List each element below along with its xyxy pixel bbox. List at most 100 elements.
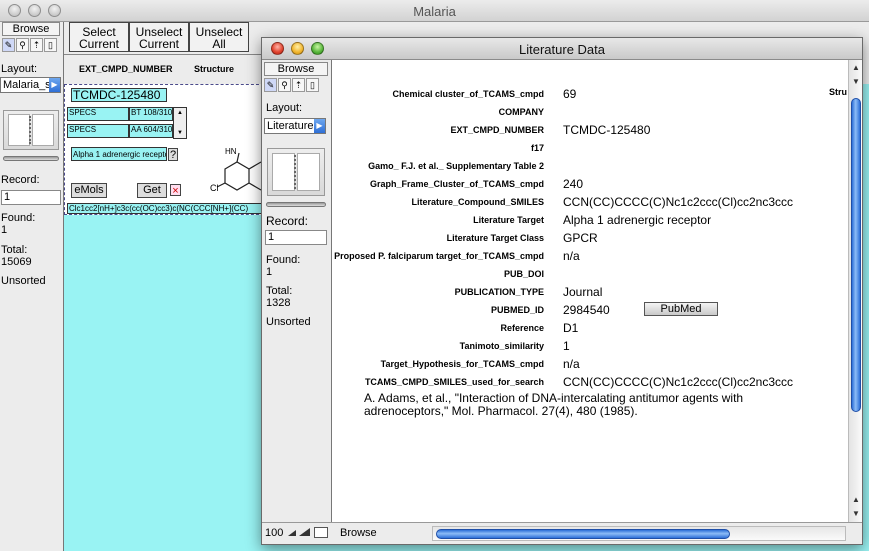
- bottom-mode-label[interactable]: Browse: [340, 527, 377, 539]
- field-value[interactable]: Alpha 1 adrenergic receptor: [563, 213, 711, 227]
- unselect-current-button[interactable]: Unselect Current: [129, 22, 189, 52]
- delete-icon[interactable]: ×: [170, 184, 181, 197]
- status-area: Browse ✎ ⚲ ⇡ ▯ Layout: Malaria_s ▶ Recor…: [0, 22, 64, 551]
- field-label: PUB_DOI: [503, 269, 544, 279]
- company-field[interactable]: SPECS: [67, 107, 129, 121]
- found-value: 1: [1, 224, 8, 236]
- total-label: Total:: [266, 285, 293, 297]
- layout-icon[interactable]: ⇡: [30, 38, 43, 52]
- layout-label: Layout:: [266, 102, 303, 114]
- get-button[interactable]: Get: [137, 183, 167, 198]
- structure-atom-label: HN: [225, 147, 237, 156]
- emols-button[interactable]: eMols: [71, 183, 107, 198]
- found-label: Found:: [266, 254, 301, 266]
- mode-tab[interactable]: Browse: [2, 22, 60, 36]
- vertical-scroll-thumb[interactable]: [851, 98, 861, 412]
- record-input[interactable]: 1: [265, 230, 327, 245]
- header-ext-cmpd-number: EXT_CMPD_NUMBER: [79, 64, 173, 74]
- company-field[interactable]: SPECS: [67, 124, 129, 138]
- field-value[interactable]: 2984540: [563, 303, 610, 317]
- header-structure: Structure: [194, 64, 235, 74]
- horizontal-scrollbar[interactable]: [432, 526, 846, 541]
- zoom-out-icon[interactable]: [288, 528, 296, 536]
- unselect-all-button[interactable]: Unselect All: [189, 22, 249, 52]
- horizontal-scroll-thumb[interactable]: [436, 529, 730, 539]
- record-input[interactable]: 1: [1, 190, 61, 205]
- zoom-level[interactable]: 100: [265, 527, 283, 539]
- record-row: TCMDC-125480 SPECS BT 108/31041 SPECS AA…: [64, 84, 264, 215]
- popup-arrow-icon: ▶: [49, 78, 60, 92]
- record-slider[interactable]: [3, 156, 59, 161]
- total-label: Total:: [1, 244, 28, 256]
- total-value: 15069: [1, 256, 32, 268]
- scroll-up-arrow-icon[interactable]: ▲: [850, 62, 862, 73]
- target-field[interactable]: Alpha 1 adrenergic receptor: [71, 147, 167, 161]
- book-navigator-icon[interactable]: [267, 148, 325, 196]
- found-label: Found:: [1, 212, 36, 224]
- status-area-toggle-icon[interactable]: [314, 527, 328, 538]
- field-label: PUBLICATION_TYPE: [454, 287, 544, 297]
- scroll-down-arrow-icon[interactable]: ▼: [175, 129, 185, 137]
- layout-header: EXT_CMPD_NUMBER Structure: [64, 54, 264, 84]
- window-title: Malaria: [413, 4, 456, 19]
- portal-scrollbar[interactable]: ▲ ▼: [173, 107, 187, 139]
- scroll-down-arrow-icon[interactable]: ▼: [850, 508, 862, 519]
- vertical-scrollbar[interactable]: ▲ ▼ ▲ ▼: [848, 60, 862, 522]
- window-title: Literature Data: [519, 42, 605, 57]
- select-current-button[interactable]: Select Current: [69, 22, 129, 52]
- field-value[interactable]: n/a: [563, 249, 580, 263]
- bottom-bar: 100 Browse: [262, 522, 862, 544]
- total-value: 1328: [266, 297, 291, 309]
- field-label: Target_Hypothesis_for_TCAMS_cmpd: [380, 359, 544, 369]
- smiles-field[interactable]: Clc1cc2[nH+]c3c(cc(OC)cc3)c(NC(CCC[NH+](…: [67, 203, 263, 214]
- mode-tab[interactable]: Browse: [264, 62, 328, 76]
- record-slider[interactable]: [266, 202, 326, 207]
- field-value[interactable]: TCMDC-125480: [563, 123, 650, 137]
- record-content: Chemical cluster_of_TCAMS_cmpd 69 COMPANY E…: [332, 60, 848, 522]
- field-value[interactable]: 1: [563, 339, 570, 353]
- structure-atom-label: Cl: [210, 183, 219, 193]
- found-value: 1: [266, 266, 273, 278]
- find-icon[interactable]: ⚲: [16, 38, 29, 52]
- browse-pencil-icon[interactable]: ✎: [264, 78, 277, 92]
- field-value[interactable]: CCN(CC)CCCC(C)Nc1c2ccc(Cl)cc2nc3ccc: [563, 375, 793, 389]
- preview-icon[interactable]: ▯: [306, 78, 319, 92]
- field-value[interactable]: D1: [563, 321, 578, 335]
- field-label: Literature Target: [473, 215, 544, 225]
- layout-popup[interactable]: Literature ▶: [264, 118, 326, 134]
- preview-icon[interactable]: ▯: [44, 38, 57, 52]
- company-code-field[interactable]: AA 604/31041: [129, 124, 173, 138]
- field-label: Proposed P. falciparum target_for_TCAMS_…: [334, 251, 544, 261]
- scroll-down-arrow-icon[interactable]: ▼: [850, 76, 862, 87]
- field-value[interactable]: Journal: [563, 285, 602, 299]
- literature-window: Literature Data Browse ✎ ⚲ ⇡ ▯ Layout: L…: [261, 37, 863, 545]
- field-value[interactable]: CCN(CC)CCCC(C)Nc1c2ccc(Cl)cc2nc3ccc: [563, 195, 793, 209]
- layout-icon[interactable]: ⇡: [292, 78, 305, 92]
- compound-id-field[interactable]: TCMDC-125480: [71, 88, 167, 102]
- back-titlebar: Malaria: [0, 0, 869, 22]
- front-titlebar: Literature Data: [262, 38, 862, 60]
- field-label: COMPANY: [498, 107, 544, 117]
- field-value[interactable]: 240: [563, 177, 583, 191]
- status-area: Browse ✎ ⚲ ⇡ ▯ Layout: Literature ▶ Reco…: [262, 60, 332, 522]
- help-button[interactable]: ?: [168, 148, 178, 161]
- book-navigator-icon[interactable]: [3, 110, 59, 150]
- find-icon[interactable]: ⚲: [278, 78, 291, 92]
- layout-popup[interactable]: Malaria_s ▶: [0, 77, 61, 93]
- field-label: Literature_Compound_SMILES: [411, 197, 544, 207]
- popup-arrow-icon: ▶: [314, 119, 325, 133]
- field-value[interactable]: GPCR: [563, 231, 598, 245]
- scroll-up-arrow-icon[interactable]: ▲: [850, 494, 862, 505]
- company-code-field[interactable]: BT 108/31041: [129, 107, 173, 121]
- browse-pencil-icon[interactable]: ✎: [2, 38, 15, 52]
- field-value[interactable]: n/a: [563, 357, 580, 371]
- field-value[interactable]: 69: [563, 87, 576, 101]
- overflow-field-label: Stru: [829, 87, 847, 97]
- scroll-up-arrow-icon[interactable]: ▲: [175, 109, 185, 117]
- mode-tools: ✎ ⚲ ⇡ ▯: [264, 78, 319, 92]
- zoom-in-icon[interactable]: [299, 526, 310, 536]
- pubmed-button[interactable]: PubMed: [644, 302, 718, 316]
- sort-state: Unsorted: [1, 275, 46, 287]
- record-label: Record:: [1, 174, 40, 186]
- field-label: Chemical cluster_of_TCAMS_cmpd: [392, 89, 544, 99]
